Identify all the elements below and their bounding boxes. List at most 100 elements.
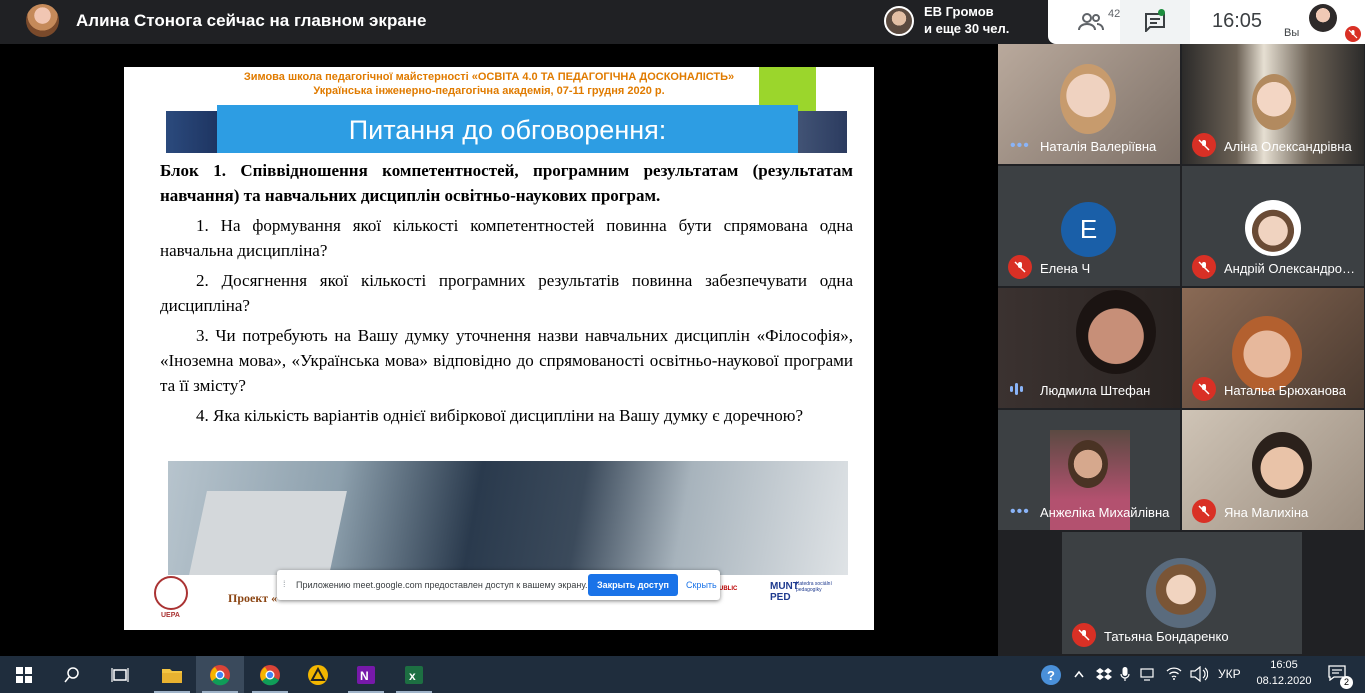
participant-tile[interactable]: E Елена Ч: [998, 166, 1180, 286]
excel-icon: x: [405, 665, 423, 684]
wifi-icon[interactable]: [1166, 666, 1182, 680]
chat-button[interactable]: [1120, 0, 1190, 44]
notification-count-badge: 2: [1340, 676, 1353, 689]
participant-name: Андрій Олександрович: [1224, 261, 1358, 276]
participants-chip-name: ЕВ Громов: [924, 4, 994, 19]
mic-off-icon: [1008, 255, 1032, 279]
search-button[interactable]: [48, 656, 96, 693]
participant-tile[interactable]: Андрій Олександрович: [1182, 166, 1364, 286]
laptop-image: [189, 491, 347, 575]
stop-sharing-button[interactable]: Закрыть доступ: [588, 574, 678, 596]
avatar: [884, 6, 914, 36]
participant-tile[interactable]: Татьяна Бондаренко: [1062, 532, 1302, 654]
participant-name: Яна Малихіна: [1224, 505, 1309, 520]
meeting-clock: 16:05: [1212, 10, 1263, 32]
people-button[interactable]: 42: [1062, 0, 1120, 44]
presenter-status-text: Алина Стонога сейчас на главном экране: [76, 11, 427, 30]
speaking-indicator-icon: [1010, 382, 1026, 396]
participant-name: Аліна Олександрівна: [1224, 139, 1352, 154]
munt-logo-subtitle: Katedra sociální pedagogiky: [796, 581, 832, 593]
search-icon: [64, 666, 79, 682]
munt-logo-line1: MUNT: [770, 581, 799, 592]
help-icon[interactable]: ?: [1040, 664, 1062, 686]
participants-chip[interactable]: ЕВ Громов и еще 30 чел.: [876, 0, 1043, 44]
mic-off-icon: [1192, 255, 1216, 279]
taskbar-onenote[interactable]: N: [342, 656, 390, 693]
presentation-slide: Зимова школа педагогічної майстерності «…: [124, 67, 874, 630]
avatar: [1245, 200, 1301, 256]
participant-tile[interactable]: Яна Малихіна: [1182, 410, 1364, 530]
chat-unread-dot: [1158, 9, 1165, 16]
participants-chip-more: и еще 30 чел.: [924, 21, 1010, 36]
taskbar-excel[interactable]: x: [390, 656, 438, 693]
avatar: [1146, 558, 1216, 628]
participant-tile[interactable]: ••• Наталія Валеріївна: [998, 44, 1180, 164]
input-language[interactable]: УКР: [1218, 667, 1241, 681]
participant-tile[interactable]: Людмила Штефан: [998, 288, 1180, 408]
taskbar-clock-date[interactable]: 08.12.2020: [1254, 675, 1314, 687]
taskbar-chrome-2[interactable]: [246, 656, 294, 693]
self-avatar[interactable]: [1309, 4, 1337, 32]
participant-name: Наталія Валеріївна: [1040, 139, 1157, 154]
people-count-badge: 42: [1108, 8, 1121, 20]
slide-body: Блок 1. Співвідношення компетентностей, …: [160, 158, 853, 428]
taskbar-explorer[interactable]: [148, 656, 196, 693]
start-button[interactable]: [0, 656, 48, 693]
meeting-controls-panel: 42 16:05 Вы: [1048, 0, 1365, 44]
taskbar-clock-time[interactable]: 16:05: [1264, 659, 1304, 671]
hide-link[interactable]: Скрыть: [686, 580, 717, 590]
munt-logo: MUNT PED: [770, 581, 799, 603]
slide-header-line1: Зимова школа педагогічної майстерності «…: [243, 71, 735, 83]
uepa-logo-label: UEPA: [161, 612, 180, 619]
presentation-area: Зимова школа педагогічної майстерності «…: [0, 44, 998, 656]
network-icon[interactable]: [1140, 666, 1156, 682]
mic-off-icon: [1192, 499, 1216, 523]
share-message: Приложению meet.google.com предоставлен …: [296, 580, 588, 590]
participant-name: Татьяна Бондаренко: [1104, 629, 1229, 644]
drag-handle-icon[interactable]: ⁞: [283, 579, 286, 589]
windows-icon: [16, 666, 32, 683]
uepa-logo: [154, 576, 188, 610]
self-label: Вы: [1284, 27, 1300, 39]
chrome-icon: [210, 664, 230, 685]
taskbar-chrome-active[interactable]: [196, 656, 244, 693]
mic-off-icon: [1072, 623, 1096, 647]
participant-name: Людмила Штефан: [1040, 383, 1151, 398]
people-icon: [1078, 13, 1104, 31]
question-3: 3. Чи потребують на Вашу думку уточнення…: [160, 326, 853, 395]
participant-tile[interactable]: Аліна Олександрівна: [1182, 44, 1364, 164]
presenter-avatar: [26, 4, 59, 37]
slide-footer-text: Проект «: [228, 591, 278, 605]
participant-tile[interactable]: Натальа Брюханова: [1182, 288, 1364, 408]
public-logo: UBLIC: [719, 586, 738, 592]
question-4: 4. Яка кількість варіантів однієї вибірк…: [196, 406, 804, 425]
windows-taskbar: N x ? УКР 16:05 08.12.2020 2: [0, 656, 1365, 693]
mic-off-icon: [1192, 133, 1216, 157]
svg-text:x: x: [409, 669, 416, 683]
screen-share-notification: ⁞ Приложению meet.google.com предоставле…: [277, 570, 720, 600]
participant-tile[interactable]: ••• Анжеліка Михайлівна: [998, 410, 1180, 530]
mic-off-icon: [1192, 377, 1216, 401]
folder-icon: [162, 668, 182, 683]
question-2: 2. Досягнення якої кількості програмних …: [160, 271, 853, 315]
warning-app-icon: [308, 664, 328, 685]
dropbox-icon[interactable]: [1096, 667, 1112, 681]
participant-name: Натальа Брюханова: [1224, 383, 1346, 398]
more-options-icon[interactable]: •••: [1010, 138, 1030, 154]
participant-name: Елена Ч: [1040, 261, 1091, 276]
slide-photo: [168, 461, 848, 575]
volume-icon[interactable]: [1190, 666, 1208, 682]
participant-name: Анжеліка Михайлівна: [1040, 505, 1170, 520]
mic-off-icon: [1345, 26, 1361, 42]
microphone-icon[interactable]: [1120, 666, 1130, 682]
more-options-icon[interactable]: •••: [1010, 504, 1030, 520]
svg-text:?: ?: [1047, 668, 1055, 683]
task-view-button[interactable]: [96, 656, 144, 693]
question-1: 1. На формування якої кількості компетен…: [160, 216, 853, 260]
onenote-icon: N: [357, 665, 375, 684]
chevron-up-icon[interactable]: [1074, 670, 1084, 678]
block-title: Блок 1. Співвідношення компетентностей, …: [160, 161, 853, 205]
avatar: E: [1061, 202, 1116, 257]
svg-text:N: N: [360, 669, 369, 683]
taskbar-app[interactable]: [294, 656, 342, 693]
